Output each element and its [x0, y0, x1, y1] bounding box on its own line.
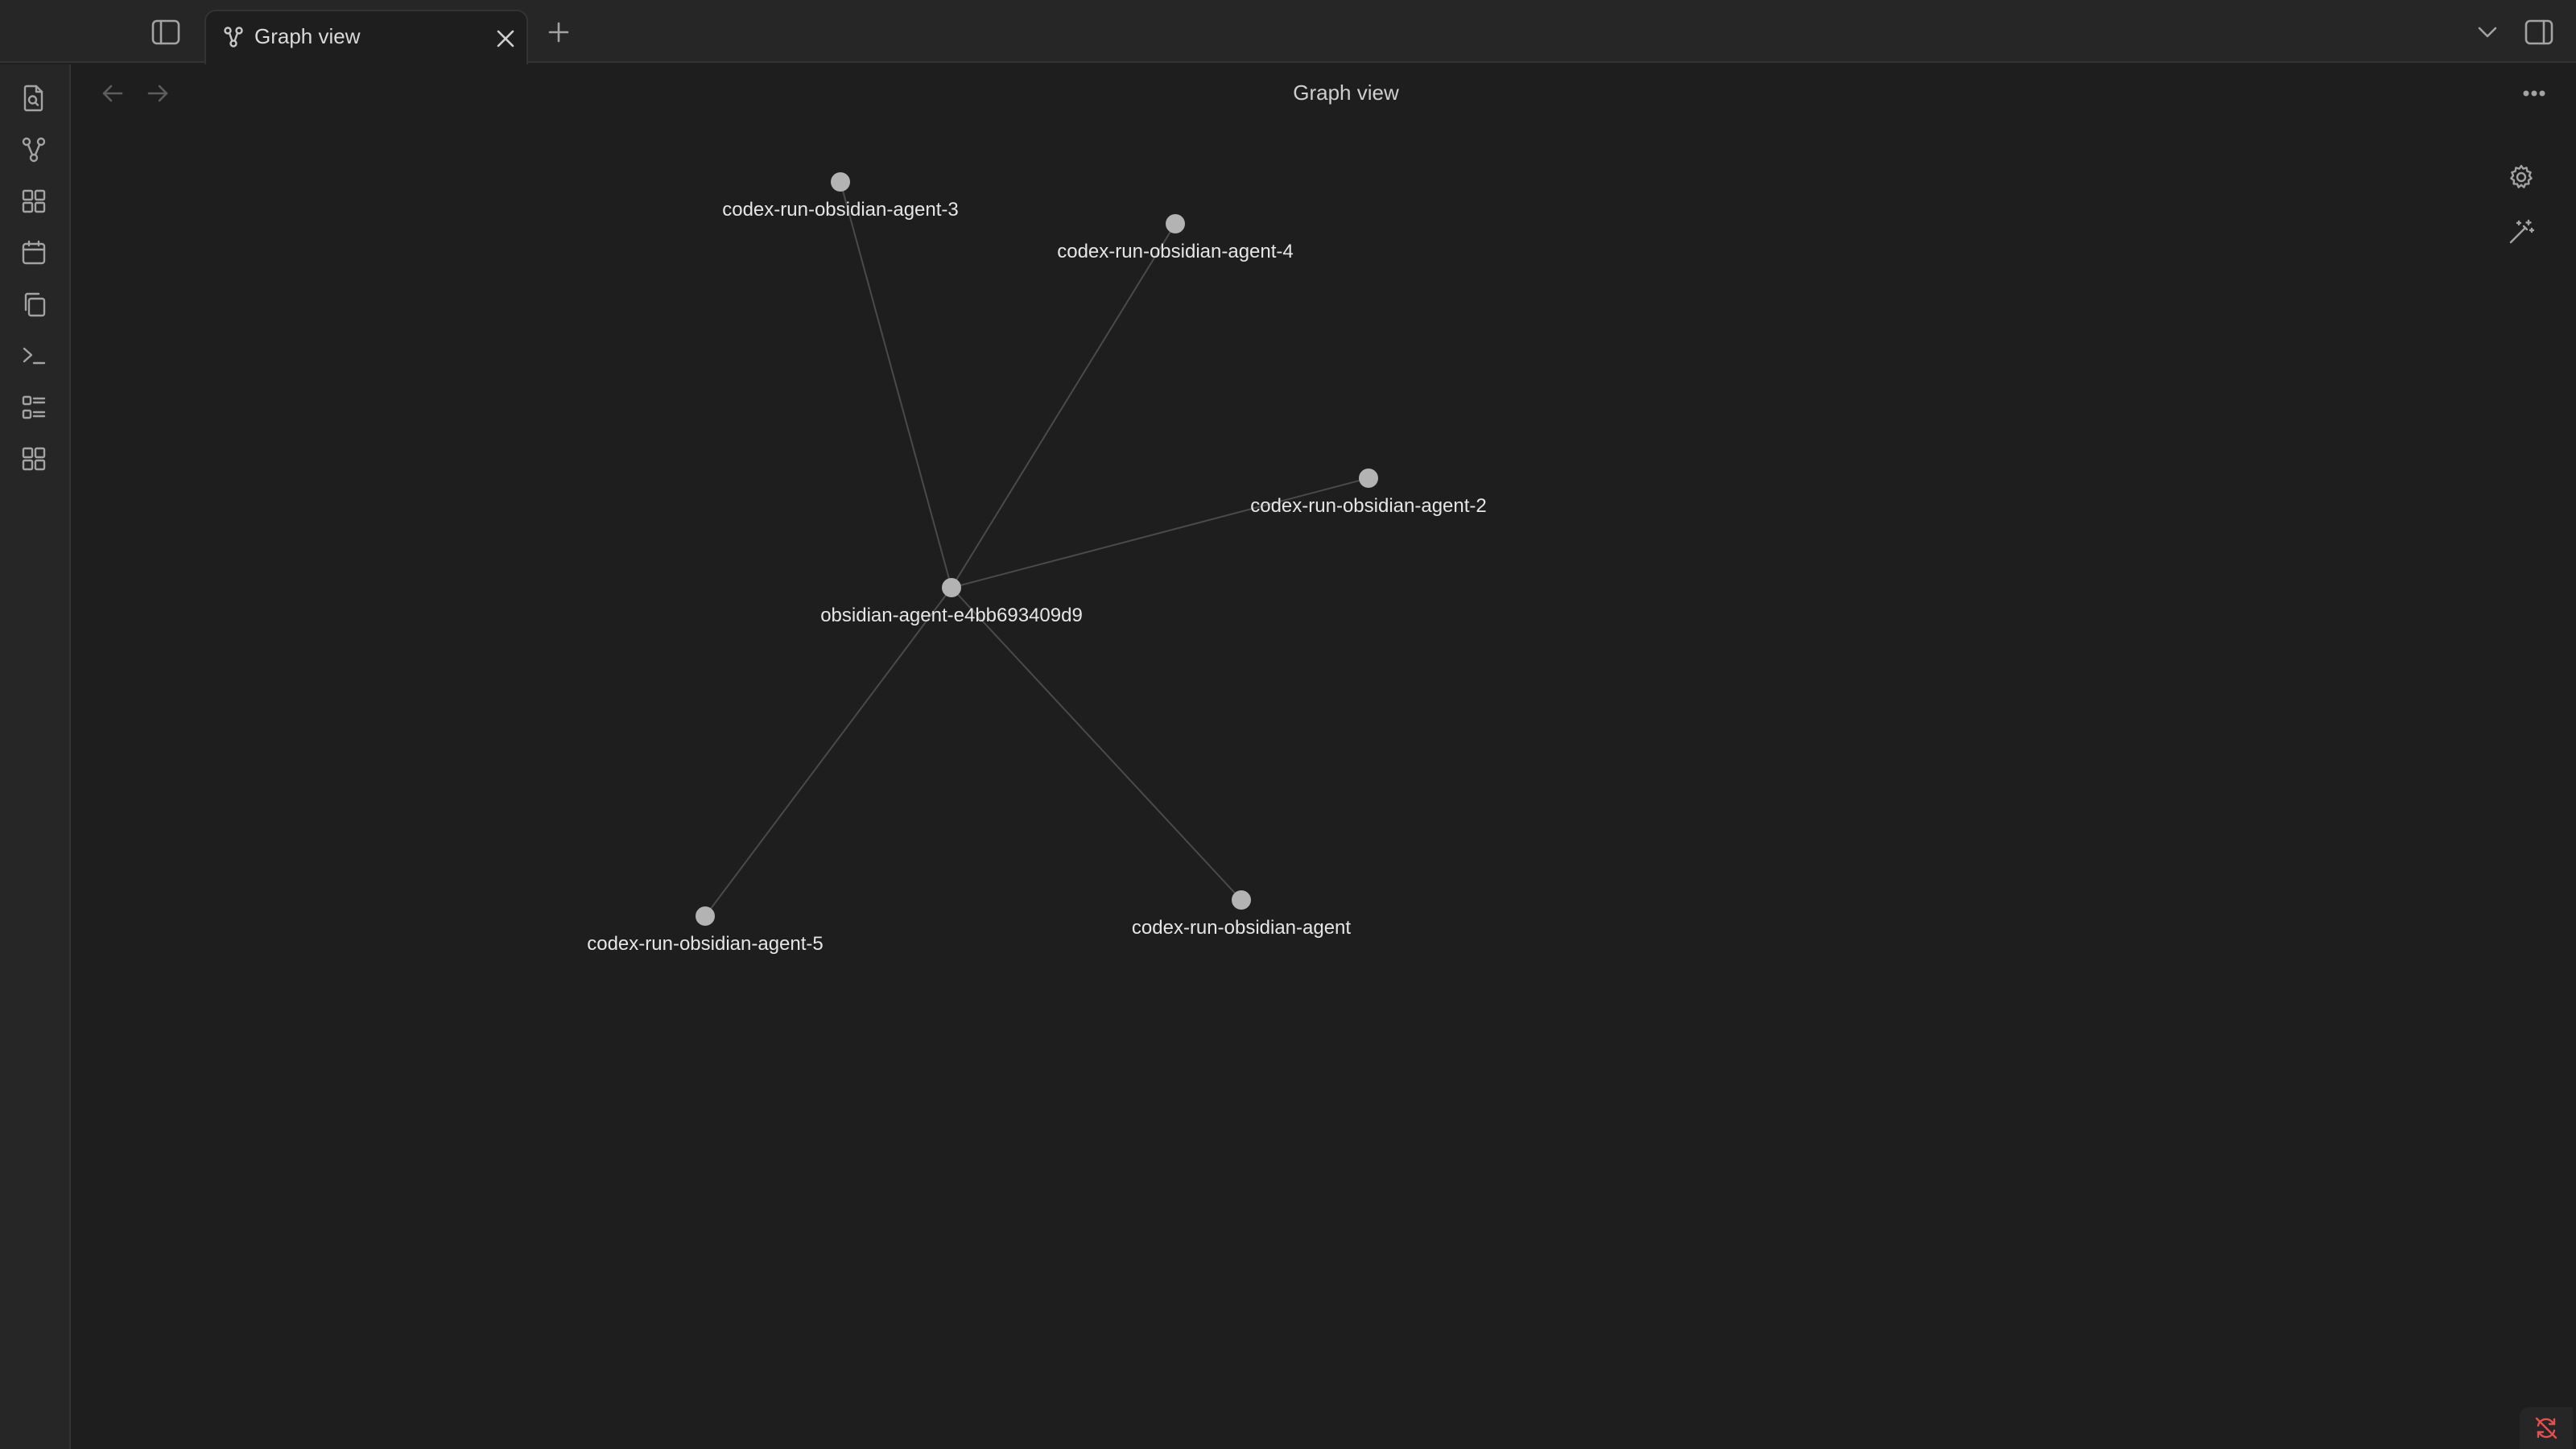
- graph-node-a4[interactable]: [1166, 214, 1185, 233]
- left-ribbon: [0, 64, 71, 1449]
- terminal-icon: [23, 347, 46, 365]
- graph-settings-button[interactable]: [2502, 158, 2541, 196]
- graph-edge-center-a1: [951, 587, 1242, 901]
- chevron-down-icon: [2478, 27, 2497, 38]
- sidebar-right-icon: [2524, 19, 2553, 45]
- title-bar: Graph view: [0, 0, 2576, 64]
- graph-edge-center-a2: [951, 477, 1369, 588]
- graph-node-center[interactable]: [942, 578, 961, 597]
- ribbon-command-palette-button[interactable]: [16, 338, 52, 374]
- navigate-forward-button[interactable]: [142, 77, 174, 109]
- graph-node-label: codex-run-obsidian-agent-5: [587, 933, 824, 955]
- calendar-icon: [22, 240, 46, 265]
- ribbon-graph-view-button[interactable]: [16, 132, 52, 167]
- animate-graph-button[interactable]: [2502, 213, 2541, 251]
- toggle-right-sidebar-button[interactable]: [2521, 16, 2557, 48]
- graph-node-a1[interactable]: [1232, 890, 1251, 910]
- graph-node-a2[interactable]: [1359, 469, 1378, 488]
- tab-title: Graph view: [254, 24, 361, 48]
- close-tab-button[interactable]: [493, 26, 518, 52]
- layout-dashboard-icon: [22, 447, 46, 471]
- ribbon-templates-button[interactable]: [16, 287, 52, 322]
- graph-icon: [222, 26, 245, 48]
- sync-off-icon: [2535, 1417, 2557, 1439]
- graph-node-label: codex-run-obsidian-agent-3: [722, 199, 959, 221]
- sync-status-button[interactable]: [2520, 1407, 2573, 1449]
- ribbon-quick-switcher-button[interactable]: [16, 80, 52, 116]
- ribbon-canvas-alt-button[interactable]: [16, 441, 52, 477]
- ribbon-daily-note-button[interactable]: [16, 235, 52, 270]
- view-title: Graph view: [1293, 80, 1399, 105]
- graph-edge-center-a5: [704, 587, 952, 917]
- view-header: Graph view: [71, 64, 2576, 122]
- new-tab-button[interactable]: [541, 16, 576, 48]
- graph-edges: [704, 181, 1369, 917]
- gear-icon: [2510, 164, 2533, 188]
- list-icon: [22, 395, 46, 419]
- more-horizontal-icon: [2523, 90, 2545, 97]
- navigate-back-button[interactable]: [97, 77, 129, 109]
- graph-edge-center-a3: [840, 181, 952, 588]
- close-icon: [497, 30, 514, 47]
- arrow-right-icon: [147, 85, 168, 102]
- layout-dashboard-icon: [22, 189, 46, 213]
- sidebar-left-icon: [151, 19, 180, 45]
- tab-graph-view[interactable]: Graph view: [204, 10, 528, 64]
- graph-node-a5[interactable]: [696, 906, 715, 926]
- graph-node-label: codex-run-obsidian-agent: [1132, 917, 1352, 939]
- file-search-icon: [23, 85, 43, 112]
- wand-icon: [2509, 219, 2535, 244]
- copy-icon: [24, 292, 46, 317]
- graph-icon: [22, 137, 46, 163]
- arrow-left-icon: [102, 85, 123, 102]
- graph-node-label: obsidian-agent-e4bb693409d9: [820, 605, 1083, 626]
- more-options-button[interactable]: [2518, 77, 2550, 109]
- graph-node-label: codex-run-obsidian-agent-4: [1057, 241, 1294, 262]
- graph-node-label: codex-run-obsidian-agent-2: [1250, 495, 1487, 517]
- ribbon-bases-button[interactable]: [16, 390, 52, 425]
- graph-nodes: obsidian-agent-e4bb693409d9 codex-run-obs…: [587, 172, 1487, 955]
- graph-canvas[interactable]: obsidian-agent-e4bb693409d9 codex-run-obs…: [0, 0, 2576, 1449]
- graph-node-a3[interactable]: [831, 172, 850, 192]
- graph-edge-center-a4: [951, 223, 1176, 588]
- plus-icon: [548, 22, 569, 43]
- toggle-left-sidebar-button[interactable]: [147, 16, 185, 48]
- ribbon-canvas-button[interactable]: [16, 184, 52, 219]
- tab-list-button[interactable]: [2471, 16, 2504, 48]
